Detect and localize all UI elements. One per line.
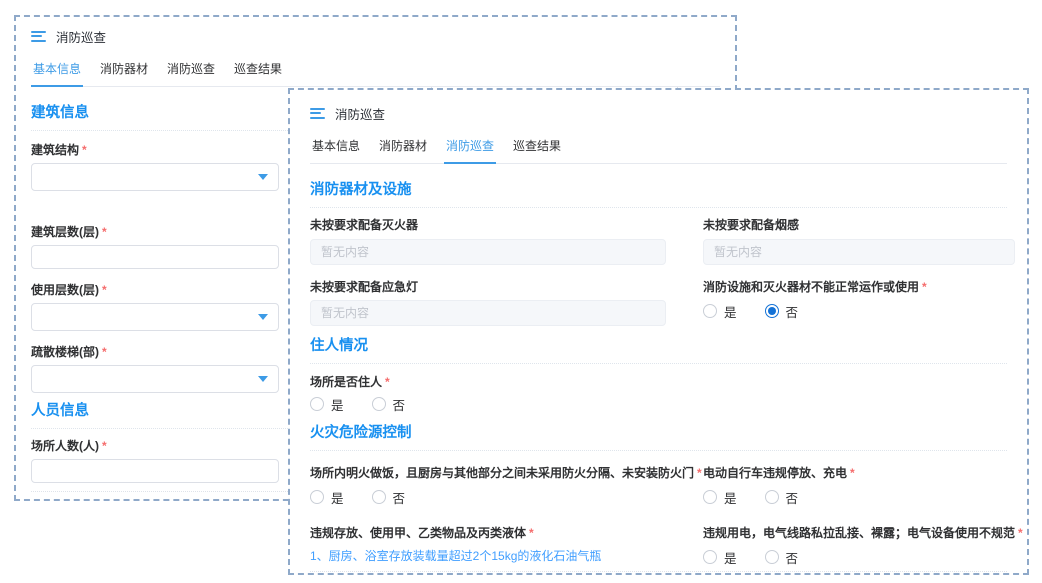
open-flame-radio-group: 是 否 xyxy=(310,489,666,505)
chevron-down-icon xyxy=(258,376,268,382)
tab-basic-info[interactable]: 基本信息 xyxy=(31,54,83,87)
field-emergency-light: 未按要求配备应急灯 暂无内容 xyxy=(310,265,666,326)
page-title: 消防巡查 xyxy=(56,27,106,46)
equipment-malfunction-radio-group: 是 否 xyxy=(703,303,1015,319)
form-footer: 提交 暂存 xyxy=(310,571,1007,575)
hazardous-materials-label: 违规存放、使用甲、乙类物品及丙类液体* xyxy=(310,524,666,541)
smoke-detector-label: 未按要求配备烟感 xyxy=(703,216,1015,233)
required-marker: * xyxy=(1018,526,1023,540)
radio-yes[interactable]: 是 xyxy=(703,548,737,567)
radio-circle-icon xyxy=(310,397,324,411)
page-title: 消防巡查 xyxy=(335,104,385,123)
tab-basic-info[interactable]: 基本信息 xyxy=(310,131,362,163)
tab-fire-equipment[interactable]: 消防器材 xyxy=(98,54,150,86)
app-title-row: 消防巡查 xyxy=(310,102,1007,124)
section-title-occupancy: 住人情况 xyxy=(310,326,1007,364)
required-marker: * xyxy=(102,283,107,297)
radio-circle-icon xyxy=(372,397,386,411)
extinguisher-input: 暂无内容 xyxy=(310,239,666,265)
required-marker: * xyxy=(385,375,390,389)
form-row: 违规存放、使用甲、乙类物品及丙类液体* 1、厨房、浴室存放装载量超过2个15kg… xyxy=(310,505,1007,565)
tab-inspection-result[interactable]: 巡查结果 xyxy=(232,54,284,86)
electrical-violation-radio-group: 是 否 xyxy=(703,549,1015,565)
required-marker: * xyxy=(82,143,87,157)
tab-bar: 基本信息 消防器材 消防巡查 巡查结果 xyxy=(310,131,1007,164)
radio-no[interactable]: 否 xyxy=(372,488,406,507)
occupied-radio-group: 是 否 xyxy=(310,396,1007,412)
field-electrical-violation: 违规用电，电气线路私拉乱接、裸露；电气设备使用不规范* 是 否 xyxy=(703,505,1015,565)
building-floors-input[interactable] xyxy=(31,245,279,269)
radio-no[interactable]: 否 xyxy=(765,488,799,507)
field-ebike-parking: 电动自行车违规停放、充电* 是 否 xyxy=(703,451,1015,505)
form-row: 未按要求配备灭火器 暂无内容 未按要求配备烟感 暂无内容 xyxy=(310,208,1007,265)
required-marker: * xyxy=(102,439,107,453)
radio-circle-icon xyxy=(703,304,717,318)
radio-circle-icon xyxy=(703,490,717,504)
used-floors-select[interactable] xyxy=(31,303,279,331)
window-header: 消防巡查 基本信息 消防器材 消防巡查 巡查结果 xyxy=(290,90,1027,164)
field-equipment-malfunction: 消防设施和灭火器材不能正常运作或使用* 是 否 xyxy=(703,265,1015,326)
radio-circle-icon xyxy=(765,550,779,564)
required-marker: * xyxy=(529,526,534,540)
form-row: 场所内明火做饭，且厨房与其他部分之间未采用防火分隔、未安装防火门* 是 否 电动… xyxy=(310,451,1007,505)
extinguisher-label: 未按要求配备灭火器 xyxy=(310,216,666,233)
required-marker: * xyxy=(102,345,107,359)
section-title-fire-equipment: 消防器材及设施 xyxy=(310,164,1007,208)
ebike-parking-radio-group: 是 否 xyxy=(703,489,1015,505)
required-marker: * xyxy=(850,466,855,480)
radio-no[interactable]: 否 xyxy=(765,302,799,321)
equipment-malfunction-label: 消防设施和灭火器材不能正常运作或使用* xyxy=(703,278,1015,295)
radio-no[interactable]: 否 xyxy=(765,548,799,567)
tab-inspection-result[interactable]: 巡查结果 xyxy=(511,131,563,163)
menu-icon[interactable] xyxy=(31,31,46,42)
emergency-light-label: 未按要求配备应急灯 xyxy=(310,278,666,295)
radio-yes[interactable]: 是 xyxy=(310,395,344,414)
radio-circle-icon xyxy=(703,550,717,564)
tab-bar: 基本信息 消防器材 消防巡查 巡查结果 xyxy=(31,54,720,87)
smoke-detector-input: 暂无内容 xyxy=(703,239,1015,265)
ebike-parking-label: 电动自行车违规停放、充电* xyxy=(703,464,1015,481)
radio-yes[interactable]: 是 xyxy=(703,302,737,321)
required-marker: * xyxy=(922,280,927,294)
electrical-violation-label: 违规用电，电气线路私拉乱接、裸露；电气设备使用不规范* xyxy=(703,524,1015,541)
chevron-down-icon xyxy=(258,174,268,180)
fire-inspection-window-patrol: 消防巡查 基本信息 消防器材 消防巡查 巡查结果 消防器材及设施 未按要求配备灭… xyxy=(288,88,1029,575)
radio-circle-icon xyxy=(765,490,779,504)
form-row: 未按要求配备应急灯 暂无内容 消防设施和灭火器材不能正常运作或使用* 是 否 xyxy=(310,265,1007,326)
emergency-light-input: 暂无内容 xyxy=(310,300,666,326)
radio-circle-icon xyxy=(310,490,324,504)
menu-icon[interactable] xyxy=(310,108,325,119)
occupied-label: 场所是否住人* xyxy=(310,373,1007,390)
hazardous-materials-detail-link[interactable]: 1、厨房、浴室存放装载量超过2个15kg的液化石油气瓶 xyxy=(310,547,666,564)
tab-fire-equipment[interactable]: 消防器材 xyxy=(377,131,429,163)
radio-circle-icon xyxy=(765,304,779,318)
open-flame-label: 场所内明火做饭，且厨房与其他部分之间未采用防火分隔、未安装防火门* xyxy=(310,464,666,481)
window-header: 消防巡查 基本信息 消防器材 消防巡查 巡查结果 xyxy=(16,17,735,87)
form-body: 消防器材及设施 未按要求配备灭火器 暂无内容 未按要求配备烟感 暂无内容 未按要… xyxy=(290,164,1027,575)
app-title-row: 消防巡查 xyxy=(31,25,720,47)
tab-fire-inspection[interactable]: 消防巡查 xyxy=(444,131,496,164)
radio-no[interactable]: 否 xyxy=(372,395,406,414)
radio-yes[interactable]: 是 xyxy=(310,488,344,507)
required-marker: * xyxy=(697,466,702,480)
field-smoke-detector: 未按要求配备烟感 暂无内容 xyxy=(703,208,1015,265)
occupant-count-input[interactable] xyxy=(31,459,279,483)
tab-fire-inspection[interactable]: 消防巡查 xyxy=(165,54,217,86)
chevron-down-icon xyxy=(258,314,268,320)
field-extinguisher: 未按要求配备灭火器 暂无内容 xyxy=(310,208,666,265)
evacuation-stairs-select[interactable] xyxy=(31,365,279,393)
required-marker: * xyxy=(102,225,107,239)
radio-circle-icon xyxy=(372,490,386,504)
field-hazardous-materials: 违规存放、使用甲、乙类物品及丙类液体* 1、厨房、浴室存放装载量超过2个15kg… xyxy=(310,505,666,565)
radio-yes[interactable]: 是 xyxy=(703,488,737,507)
building-structure-select[interactable] xyxy=(31,163,279,191)
field-open-flame: 场所内明火做饭，且厨房与其他部分之间未采用防火分隔、未安装防火门* 是 否 xyxy=(310,451,666,505)
section-title-fire-hazard: 火灾危险源控制 xyxy=(310,412,1007,451)
